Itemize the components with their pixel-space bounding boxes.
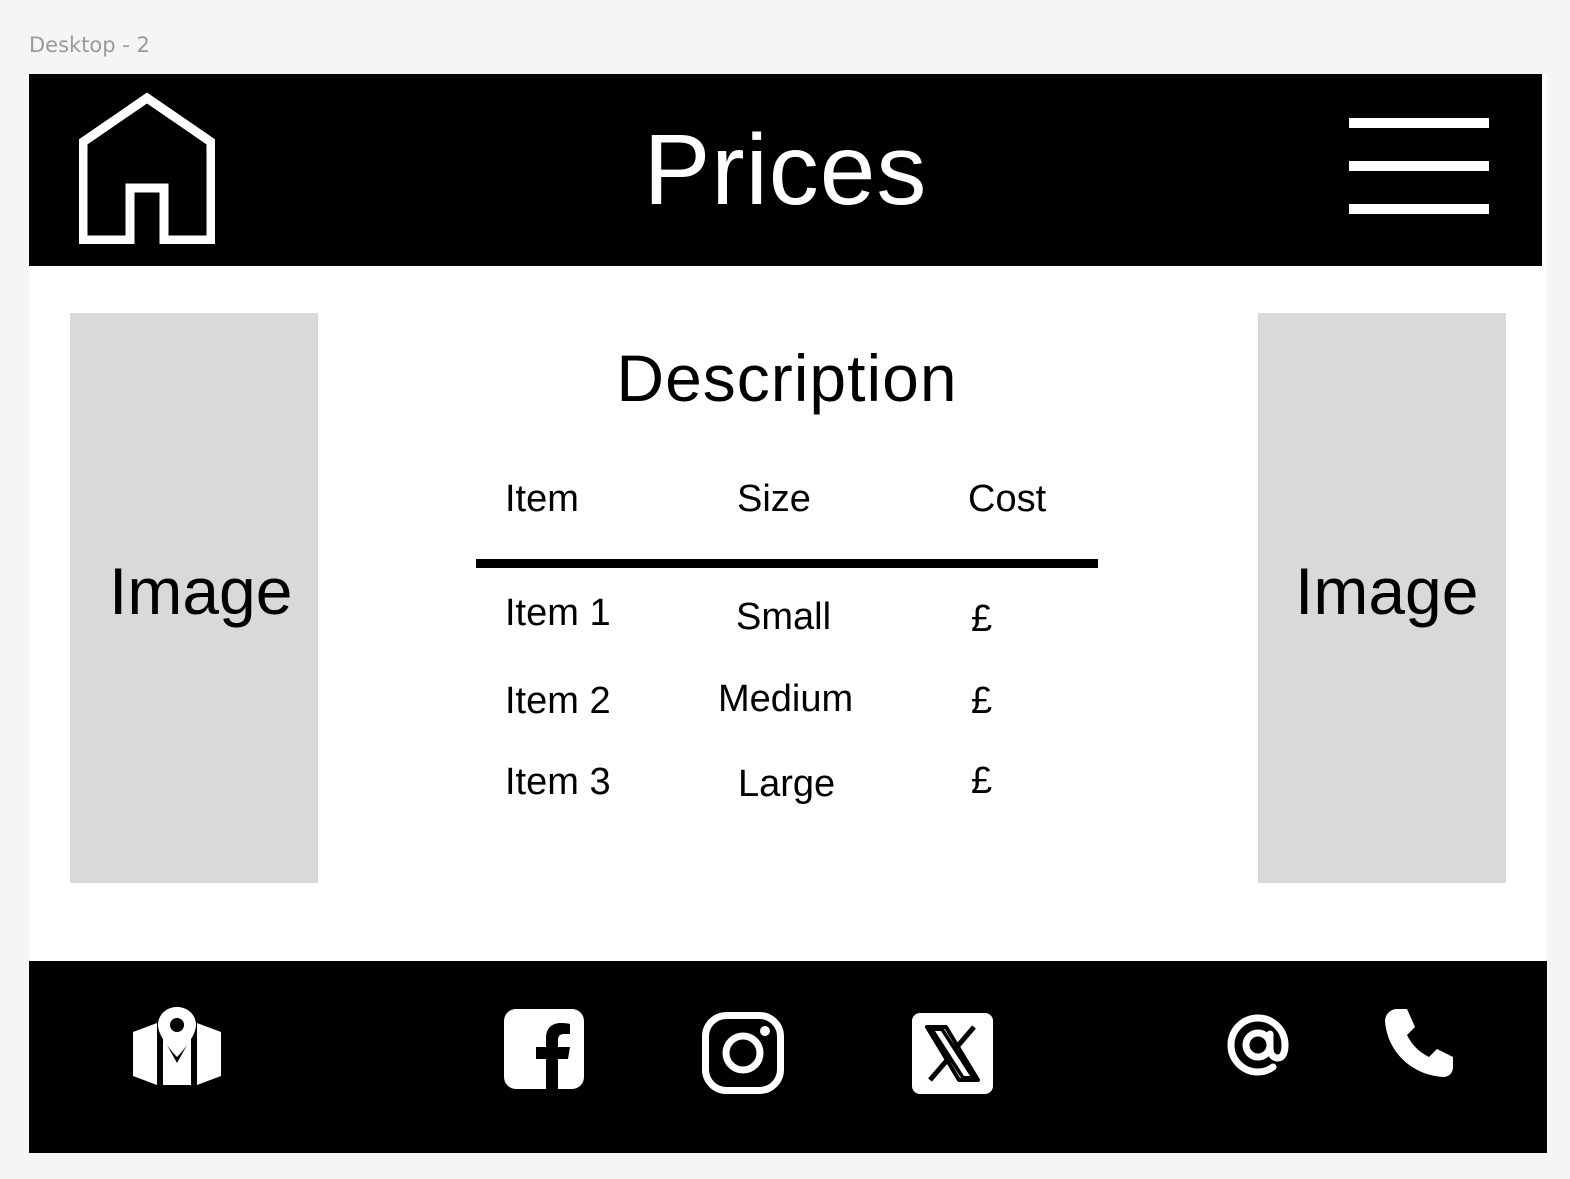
table-cell-size: Large (738, 763, 836, 805)
menu-line (1349, 161, 1489, 171)
table-cell-cost: £ (971, 598, 993, 640)
table-header-divider (476, 559, 1098, 568)
image-placeholder-left: Image (70, 313, 318, 883)
menu-line (1349, 204, 1489, 214)
footer-bar (29, 961, 1547, 1153)
at-sign-icon[interactable] (1227, 1014, 1289, 1076)
table-cell-cost: £ (971, 680, 993, 722)
page-title: Prices (643, 114, 928, 226)
instagram-icon[interactable] (702, 1012, 784, 1094)
desktop-frame: Prices Image Image Description Item Size… (29, 74, 1547, 1153)
table-cell-size: Medium (718, 678, 854, 720)
table-cell-cost: £ (971, 760, 993, 802)
map-pin-icon[interactable] (133, 1005, 221, 1085)
image-placeholder-label: Image (109, 554, 293, 628)
hamburger-menu-icon[interactable] (1347, 118, 1491, 214)
menu-line (1349, 118, 1489, 128)
image-placeholder-right: Image (1258, 313, 1506, 883)
description-heading: Description (616, 341, 958, 415)
table-cell-size: Small (736, 596, 832, 638)
column-header-size: Size (737, 478, 811, 520)
x-twitter-icon[interactable] (912, 1013, 993, 1094)
frame-label: Desktop - 2 (29, 33, 150, 57)
phone-icon[interactable] (1383, 1007, 1455, 1079)
table-cell-item: Item 3 (505, 761, 611, 803)
column-header-item: Item (505, 478, 579, 520)
price-table: Item Size Cost Item 1 Small £ Item 2 Med… (476, 466, 1098, 826)
image-placeholder-label: Image (1295, 554, 1479, 628)
table-cell-item: Item 2 (505, 680, 611, 722)
table-cell-item: Item 1 (505, 592, 611, 634)
facebook-icon[interactable] (504, 1009, 584, 1089)
header-bar: Prices (29, 74, 1542, 266)
column-header-cost: Cost (968, 478, 1047, 520)
